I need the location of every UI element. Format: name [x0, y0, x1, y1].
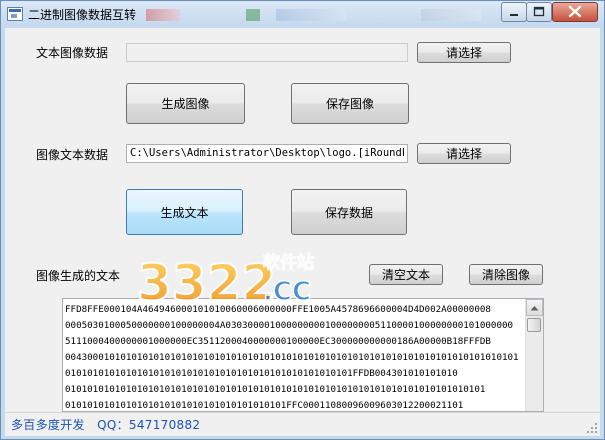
resize-grip-icon[interactable]	[587, 423, 598, 434]
ghost-icon-gray	[421, 9, 481, 21]
close-icon	[568, 5, 582, 18]
status-text: 多百多度开发 QQ：547170882	[11, 418, 201, 432]
text-image-browse-button[interactable]: 请选择	[417, 42, 511, 63]
scroll-up-button[interactable]	[526, 299, 543, 316]
output-line: 5111000400000001000000EC3511200040000000…	[65, 336, 491, 347]
output-line: 0043000101010101010101010101010101010101…	[65, 352, 519, 363]
image-text-value: C:\Users\Administrator\Desktop\logo.[iRo…	[130, 147, 404, 159]
clear-image-button[interactable]: 清除图像	[469, 264, 543, 285]
ghost-icon-red	[146, 9, 180, 21]
watermark-logo: 3322 .CC 软件站	[135, 242, 335, 322]
title-bar[interactable]: 二进制图像数据互转	[1, 1, 604, 28]
window-title: 二进制图像数据互转	[28, 8, 137, 22]
maximize-icon	[533, 6, 545, 17]
output-line: 0101010101010101010101010101010101010101…	[65, 384, 486, 395]
client-area: 文本图像数据 请选择 生成图像 保存图像 图像文本数据 C:\Users\Adm…	[5, 28, 600, 412]
scroll-thumb[interactable]	[527, 318, 541, 332]
minimize-icon	[510, 14, 518, 16]
save-data-button[interactable]: 保存数据	[291, 189, 407, 235]
ghost-icon-blue	[276, 9, 346, 21]
close-button[interactable]	[552, 2, 598, 22]
text-image-label: 文本图像数据	[36, 46, 109, 60]
watermark-brand-suffix: .CC	[263, 277, 311, 307]
generate-image-button[interactable]: 生成图像	[126, 83, 245, 124]
status-bar: 多百多度开发 QQ：547170882	[5, 412, 600, 436]
minimize-button[interactable]	[501, 2, 527, 22]
ghost-icon-green	[246, 9, 260, 21]
app-window: 二进制图像数据互转 文本图像数据 请选择 生成图像 保存图像 图像文本数据 C:…	[0, 0, 605, 440]
clear-text-button[interactable]: 清空文本	[369, 264, 443, 285]
image-text-input[interactable]: C:\Users\Administrator\Desktop\logo.[iRo…	[126, 144, 408, 163]
generate-text-button[interactable]: 生成文本	[126, 189, 243, 235]
output-label: 图像生成的文本	[36, 269, 121, 283]
watermark-tagline: 软件站	[263, 252, 314, 273]
output-line: 0101010101010101010101010101010101010101…	[65, 368, 458, 379]
maximize-button[interactable]	[526, 2, 552, 22]
app-icon	[7, 7, 23, 21]
chevron-up-icon	[530, 305, 539, 310]
watermark-logo-graphic: 3322 .CC 软件站	[136, 252, 315, 314]
watermark-brand-number: 3322	[137, 254, 276, 312]
save-image-button[interactable]: 保存图像	[291, 83, 409, 124]
text-image-input[interactable]	[126, 43, 408, 62]
vertical-scrollbar[interactable]	[525, 299, 543, 411]
output-line: 0101010101010101010101010101010101010101…	[65, 400, 464, 411]
image-text-label: 图像文本数据	[36, 148, 109, 162]
image-text-browse-button[interactable]: 请选择	[417, 143, 511, 164]
